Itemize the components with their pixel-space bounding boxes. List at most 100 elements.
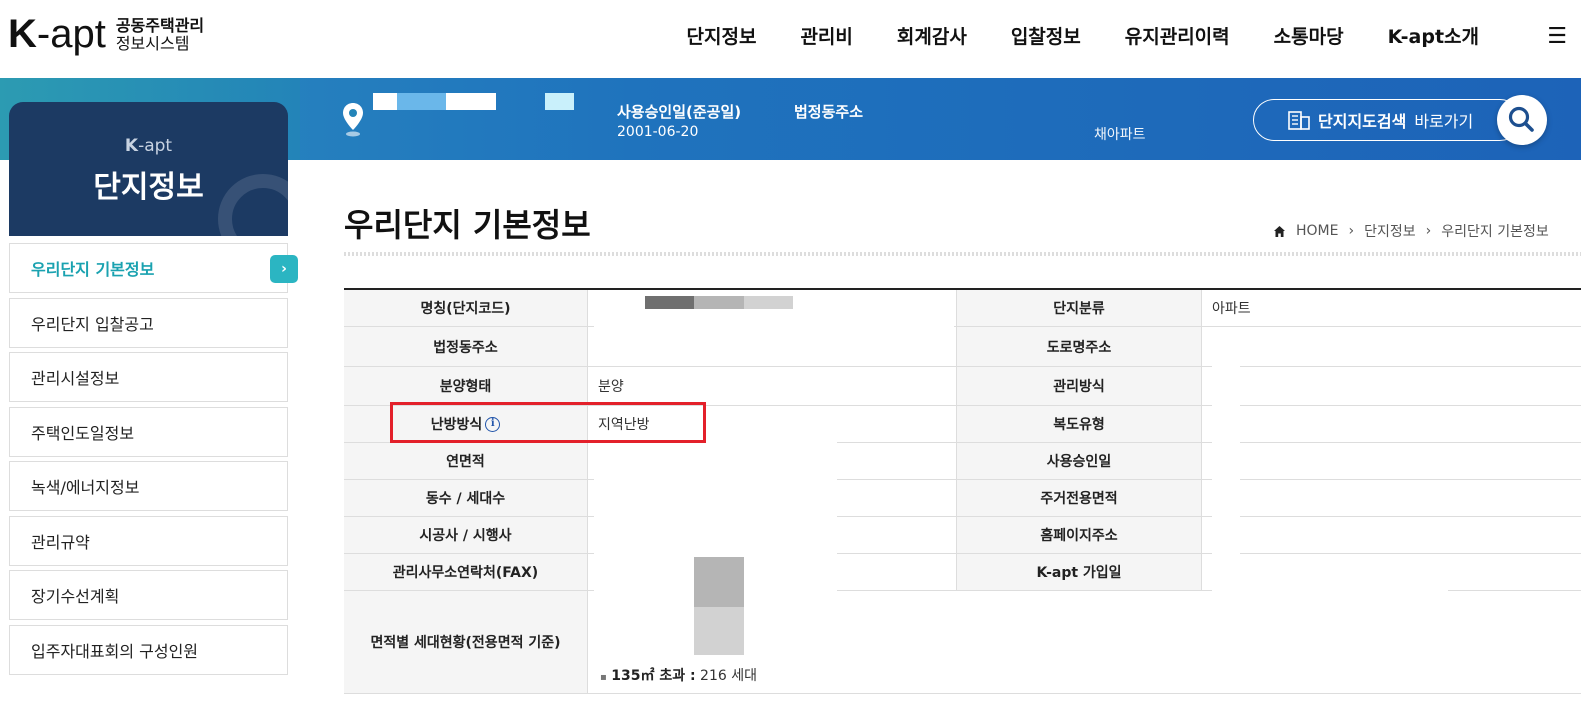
row-label: 홈페이지주소 [956,517,1201,553]
page-title: 우리단지 기본정보 [344,206,591,244]
table-row: 법정동주소 도로명주소 [344,327,1581,367]
row-value [1201,327,1581,366]
redacted-block [1212,556,1448,656]
gnb-item-about[interactable]: K-apt소개 [1366,22,1501,49]
redacted-block [694,296,744,309]
row-label: 분양형태 [344,367,587,405]
logo-apt: -apt [36,12,106,56]
row-label: 주거전용면적 [956,480,1201,516]
table-row: 연면적 사용승인일 [344,443,1581,480]
sidebar-menu: 우리단지 기본정보 › 우리단지 입찰공고 관리시설정보 주택인도일정보 녹색/… [9,243,298,679]
row-label: K-apt 가입일 [956,554,1201,590]
redacted-block [645,296,694,309]
sidebar-item-label: 우리단지 기본정보 [31,260,155,279]
sidebar-item-label: 녹색/에너지정보 [31,478,140,497]
row-value [1201,480,1581,516]
row-label: 사용승인일 [956,443,1201,479]
redacted-block [694,557,744,607]
redacted-name-block [397,93,446,110]
logo-line-2: 정보시스템 [115,33,190,53]
sidebar-item-label: 입주자대표회의 구성인원 [31,641,199,661]
area-bullet-label: 135㎡ 초과 : [611,668,696,684]
sidebar-item-repair-plan[interactable]: 장기수선계획 [9,570,288,620]
breadcrumb: HOME › 단지정보 › 우리단지 기본정보 [1273,221,1549,241]
sidebar-item-facilities[interactable]: 관리시설정보 [9,352,288,402]
sidebar-item-label: 장기수선계획 [31,587,120,606]
title-divider [344,252,1581,256]
logo-subtitle: 공동주택관리 정보시스템 [115,15,205,53]
row-label: 면적별 세대현황(전용면적 기준) [344,591,587,693]
global-nav: 단지정보 관리비 회계감사 입찰정보 유지관리이력 소통마당 K-apt소개 [665,22,1501,49]
table-row: 시공사 / 시행사 홈페이지주소 [344,517,1581,554]
chevron-right-icon: › [1348,223,1355,239]
gnb-item-maintenance[interactable]: 유지관리이력 [1103,22,1252,49]
menu-icon[interactable]: ☰ [1547,24,1567,49]
top-header: K -apt 공동주택관리 정보시스템 단지정보 관리비 회계감사 입찰정보 유… [0,0,1581,78]
row-label: 단지분류 [956,290,1201,326]
sidebar-item-label: 관리시설정보 [31,369,120,388]
row-label: 법정동주소 [344,327,587,366]
row-label: 시공사 / 시행사 [344,517,587,553]
approval-date-info: 사용승인일(준공일) 2001-06-20 [617,101,741,140]
legal-address-info: 법정동주소 채아파트 [794,101,1146,144]
basic-info-table: 명칭(단지코드) 단지분류 아파트 법정동주소 도로명주소 분양형태 분양 관리… [344,288,1581,694]
area-bullet-value: 216 세대 [700,668,757,684]
home-icon[interactable] [1273,225,1286,238]
row-value [1201,406,1581,442]
legal-address-value: 채아파트 [1094,127,1146,143]
redacted-block [1212,330,1240,556]
row-label: 연면적 [344,443,587,479]
redacted-name-block [446,93,496,110]
map-shortcut-label: 바로가기 [1414,112,1474,131]
sidebar-item-handover[interactable]: 주택인도일정보 [9,406,288,457]
sidebar-item-committee[interactable]: 입주자대표회의 구성인원 [9,624,288,675]
search-button[interactable] [1497,95,1547,145]
map-search-button[interactable]: 단지지도검색 바로가기 [1253,99,1521,141]
row-value [1201,443,1581,479]
approval-date-value: 2001-06-20 [617,124,699,140]
table-row: 명칭(단지코드) 단지분류 아파트 [344,290,1581,327]
sidebar-brand: K-apt [124,136,173,156]
sidebar-item-basic-info[interactable]: 우리단지 기본정보 › [9,243,298,293]
table-row: 분양형태 분양 관리방식 [344,367,1581,406]
row-label: 관리방식 [956,367,1201,405]
row-value [1201,367,1581,405]
sidebar-item-rules[interactable]: 관리규약 [9,515,288,566]
sidebar-item-label: 주택인도일정보 [31,423,135,443]
gnb-item-community[interactable]: 소통마당 [1252,22,1366,49]
gnb-item-management-fee[interactable]: 관리비 [778,22,874,49]
sidebar-item-label: 우리단지 입찰공고 [31,314,154,334]
chevron-right-icon: › [270,255,298,283]
breadcrumb-current: 우리단지 기본정보 [1441,224,1549,240]
breadcrumb-complex-info[interactable]: 단지정보 [1364,221,1416,241]
area-bullet: ▪ 135㎡ 초과 : 216 세대 [600,665,757,685]
redacted-name-block [373,93,397,110]
redacted-name-block [545,93,574,110]
row-value: 분양 [587,367,956,405]
gnb-item-audit[interactable]: 회계감사 [875,22,989,49]
gnb-item-complex-info[interactable]: 단지정보 [665,22,779,49]
gnb-item-bid[interactable]: 입찰정보 [989,22,1103,49]
sidebar-item-bid-notice[interactable]: 우리단지 입찰공고 [9,297,288,348]
sidebar-item-label: 관리규약 [31,532,90,552]
row-label: 관리사무소연락처(FAX) [344,554,587,590]
legal-address-label: 법정동주소 [794,103,864,121]
highlight-box [390,402,706,443]
redacted-block [744,296,793,309]
k-apt-logo[interactable]: K -apt 공동주택관리 정보시스템 [8,12,204,57]
building-icon [1288,111,1310,130]
chevron-right-icon: › [1425,223,1432,239]
map-search-label: 단지지도검색 [1318,112,1407,131]
logo-line-1: 공동주택관리 [115,15,205,35]
logo-k: K [8,12,37,56]
redacted-block [694,607,744,655]
sidebar-item-energy[interactable]: 녹색/에너지정보 [9,461,288,511]
row-label: 동수 / 세대수 [344,480,587,516]
table-row: 동수 / 세대수 주거전용면적 [344,480,1581,517]
row-label: 도로명주소 [956,327,1201,366]
row-value [1201,517,1581,553]
breadcrumb-home[interactable]: HOME [1296,223,1338,239]
location-pin-icon [343,103,363,137]
row-label: 복도유형 [956,406,1201,442]
sidebar-header: K-apt 단지정보 [9,102,288,236]
